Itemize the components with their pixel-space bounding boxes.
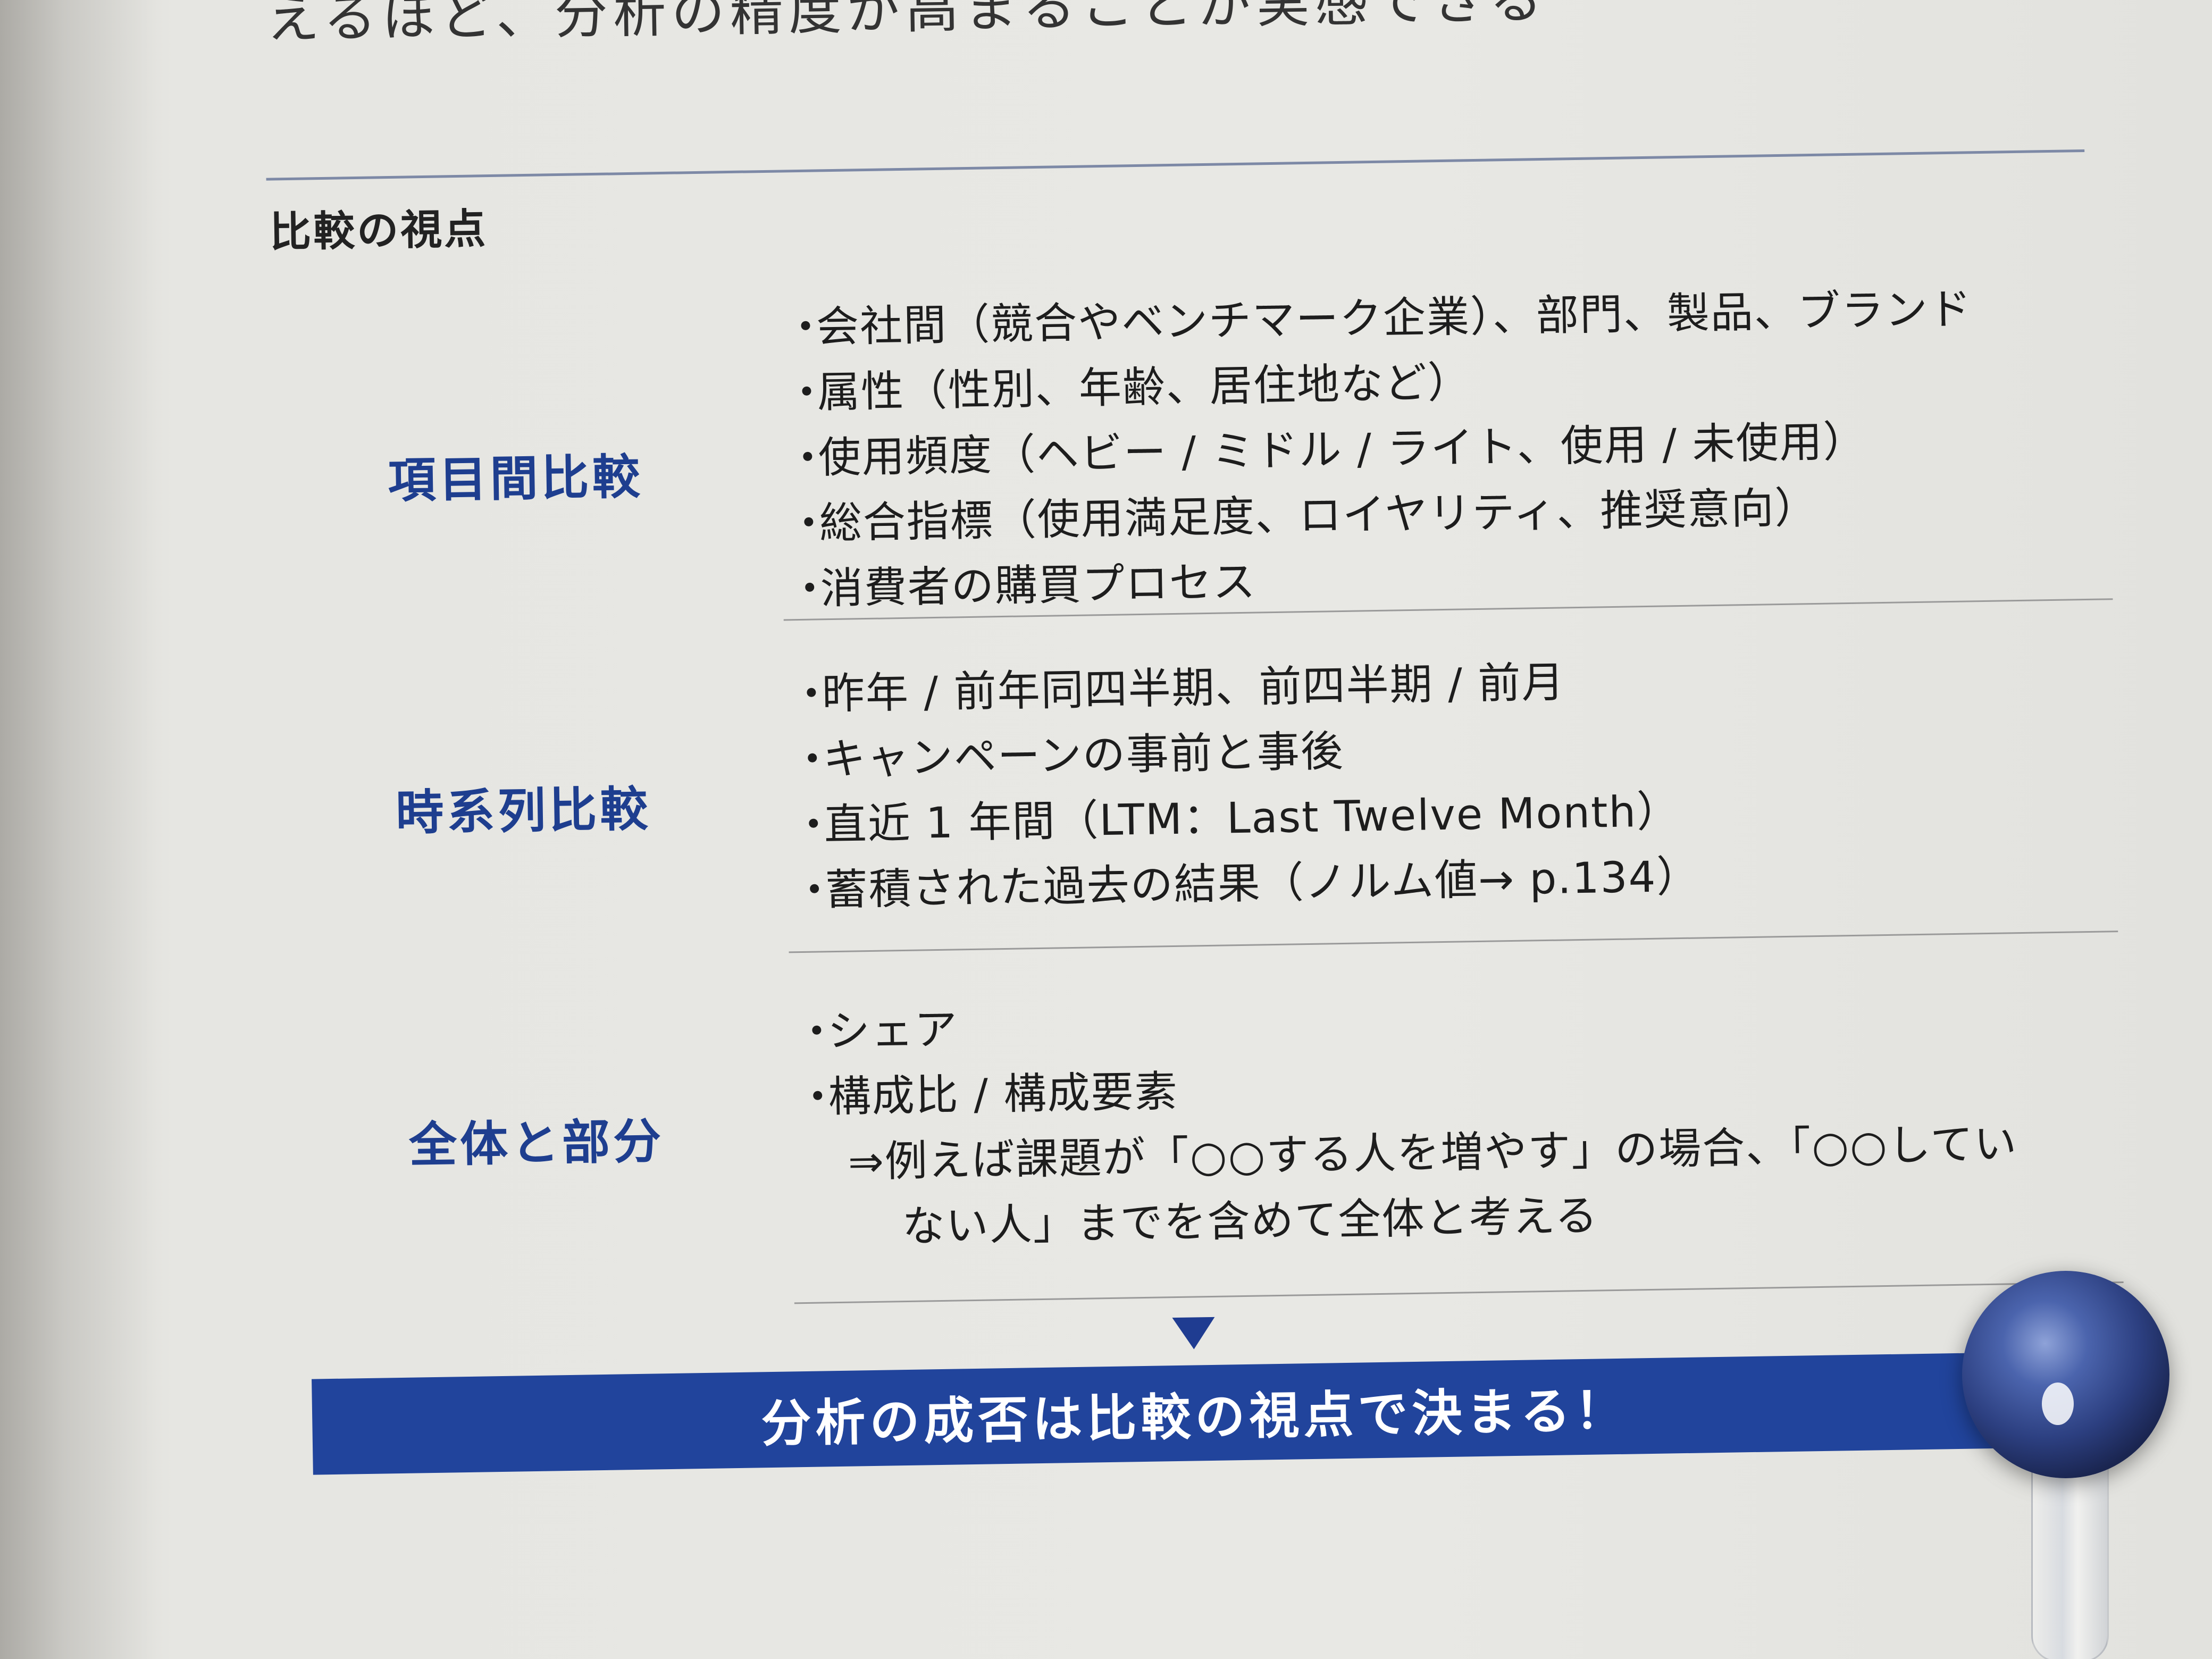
row-label-time-series-comparison: 時系列比較 xyxy=(395,781,652,841)
row-items-whole-and-part: ・シェア ・構成比 / 構成要素 ⇒例えば課題が「○○する人を増やす」の場合、「… xyxy=(795,980,2019,1261)
push-pin-icon xyxy=(1962,1271,2175,1659)
arrow-down-icon xyxy=(1172,1317,1216,1350)
pin-head xyxy=(1962,1271,2169,1478)
page-content: えるほど、分析の精度が高まることが実感できる 比較の視点 項目間比較 ・会社間（… xyxy=(0,0,2212,1659)
pin-highlight xyxy=(2042,1382,2074,1425)
conclusion-banner: 分析の成否は比較の視点で決まる！ xyxy=(312,1351,2079,1475)
row-divider xyxy=(794,1281,2124,1304)
list-item: ・蓄積された過去の結果（ノルム値→ p.134） xyxy=(792,851,1701,916)
top-divider xyxy=(266,149,2085,181)
book-page: えるほど、分析の精度が高まることが実感できる 比較の視点 項目間比較 ・会社間（… xyxy=(0,0,2212,1659)
row-items-time-series-comparison: ・昨年 / 前年同四半期、前四半期 / 前月 ・キャンペーンの事前と事後 ・直近… xyxy=(790,648,1700,924)
banner-text: 分析の成否は比較の視点で決まる！ xyxy=(760,1381,1630,1454)
row-items-item-comparison: ・会社間（競合やベンチマーク企業）、部門、製品、ブランド ・属性（性別、年齢、居… xyxy=(784,276,1976,622)
row-label-whole-and-part: 全体と部分 xyxy=(408,1113,665,1174)
row-divider xyxy=(789,931,2118,953)
row-label-item-comparison: 項目間比較 xyxy=(387,449,644,509)
top-partial-text: えるほど、分析の精度が高まることが実感できる xyxy=(265,0,1548,51)
section-title: 比較の視点 xyxy=(269,205,488,257)
